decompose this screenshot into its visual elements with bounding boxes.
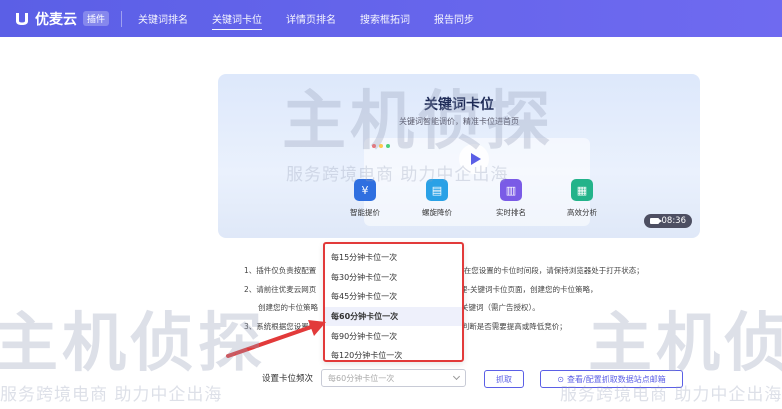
frequency-option[interactable]: 每30分钟卡位一次	[325, 268, 462, 288]
chevron-down-icon	[452, 372, 461, 381]
play-button[interactable]	[459, 144, 489, 174]
play-icon	[470, 153, 481, 165]
settings-icon: ⊙	[557, 374, 564, 384]
note-line-1: 1、插件仅负责按配置 ，在您设置的卡位时间段，请保持浏览器处于打开状态；	[244, 266, 644, 275]
brand-name: 优麦云	[35, 11, 77, 28]
note-line-2: 2、请前往优麦云网页 管理-关键词卡位页面，创建您的卡位策略，	[244, 284, 598, 294]
plugin-badge: 插件	[83, 11, 110, 26]
feature-realtime-rank: ▥ 实时排名	[486, 179, 536, 218]
brand[interactable]: 优麦云 插件	[14, 9, 121, 29]
video-duration: 08:36	[643, 214, 692, 228]
frequency-dropdown: 每15分钟卡位一次 每30分钟卡位一次 每45分钟卡位一次 每60分钟卡位一次 …	[323, 242, 464, 362]
nav-divider	[121, 10, 123, 27]
frequency-option[interactable]: 每90分钟卡位一次	[325, 326, 462, 346]
feature-smart-bid: ¥ 智能提价	[340, 179, 390, 218]
feature-spiral-price: ▤ 螺旋降价	[412, 179, 462, 218]
window-dots	[372, 144, 390, 148]
frequency-row: 设置卡位频次 每60分钟卡位一次	[262, 369, 467, 387]
frequency-option-selected[interactable]: 每60分钟卡位一次	[325, 306, 462, 327]
top-nav: 优麦云 插件 关键词排名 关键词卡位 详情页排名 搜索框拓词 报告同步	[0, 0, 782, 37]
intro-video-banner[interactable]: 关键词卡位 关键词智能调价，精准卡位进首页 ¥ 智能提价 ▤ 螺旋降价 ▥ 实时…	[218, 74, 700, 238]
feature-analysis: ▦ 高效分析	[557, 179, 607, 218]
frequency-option[interactable]: 每120分钟卡位一次	[325, 346, 462, 366]
brand-logo-icon	[16, 12, 28, 25]
video-camera-icon	[649, 218, 662, 224]
note-line-3: 创建您的卡位策略 卡位关键词（需广告授权）。	[258, 303, 540, 312]
smart-bid-icon: ¥	[354, 179, 376, 201]
tab-detail-rank[interactable]: 详情页排名	[286, 8, 336, 29]
frequency-option[interactable]: 每15分钟卡位一次	[325, 248, 462, 268]
analysis-icon: ▦	[571, 179, 593, 201]
frequency-select[interactable]: 每60分钟卡位一次	[321, 369, 467, 387]
tab-search-expand[interactable]: 搜索框拓词	[360, 8, 410, 29]
tab-keyword-position[interactable]: 关键词卡位	[212, 8, 263, 30]
banner-title: 关键词卡位	[424, 97, 494, 113]
spiral-price-icon: ▤	[426, 179, 448, 201]
frequency-option[interactable]: 每45分钟卡位一次	[325, 287, 462, 307]
banner-subtitle: 关键词智能调价，精准卡位进首页	[399, 117, 519, 126]
grab-button[interactable]: 抓取	[484, 370, 524, 388]
realtime-rank-icon: ▥	[500, 179, 522, 201]
annotation-arrow-icon	[226, 320, 326, 358]
config-email-button[interactable]: ⊙ 查看/配置抓取数据站点邮箱	[540, 370, 683, 388]
frequency-label: 设置卡位频次	[262, 374, 314, 384]
watermark: 服务跨境电商 助力中企出海	[0, 385, 223, 405]
tab-keyword-rank[interactable]: 关键词排名	[138, 8, 188, 29]
tab-report-sync[interactable]: 报告同步	[434, 8, 474, 29]
